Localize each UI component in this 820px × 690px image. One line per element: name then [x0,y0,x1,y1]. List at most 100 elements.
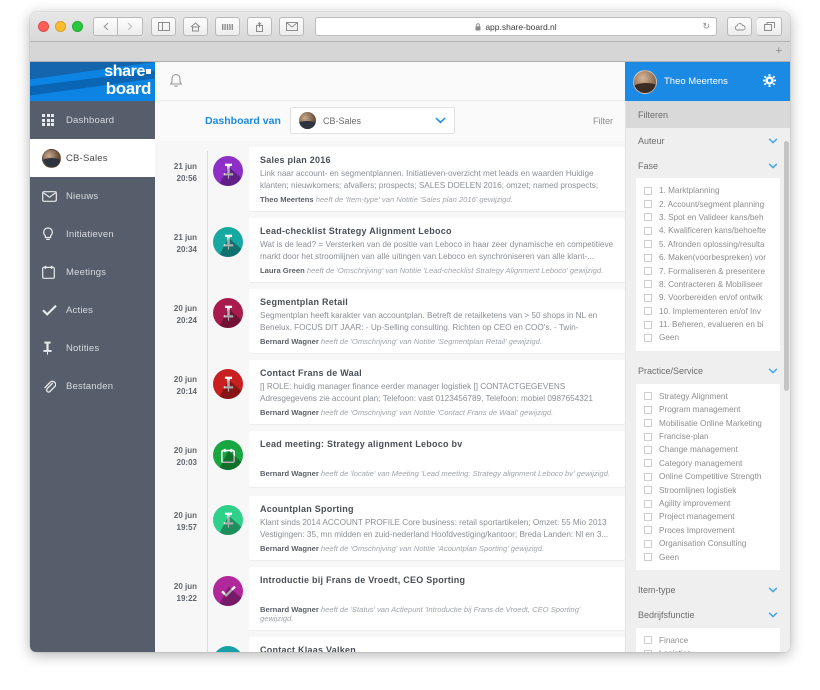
sidebar-item-notities[interactable]: Notities [30,329,155,367]
sidebar-item-initiatieven[interactable]: Initiatieven [30,215,155,253]
feed-item-card[interactable]: Segmentplan Retail Segmentplan heeft kara… [249,289,625,353]
filter-section-header[interactable]: Item-type [626,578,790,603]
filter-option[interactable]: 9. Voorbereiden en/of ontwik [636,291,780,304]
back-button[interactable] [93,17,118,36]
filter-option[interactable]: Finance [636,634,780,647]
sidebar-item-bestanden[interactable]: Bestanden [30,367,155,405]
feed-item-card[interactable]: Acountplan Sporting Klant sinds 2014 ACCO… [249,496,625,560]
filter-option[interactable]: Strategy Alignment [636,390,780,403]
feed-item-card[interactable]: Introductie bij Frans de Vroedt, CEO Spo… [249,567,625,630]
checkbox[interactable] [644,320,652,329]
checkbox[interactable] [644,186,652,195]
filter-option[interactable]: Organisation Consulting [636,537,780,550]
filter-option[interactable]: Project management [636,510,780,523]
share-icon[interactable] [247,17,272,36]
checkbox[interactable] [644,200,652,209]
checkbox[interactable] [644,419,652,428]
feed-item[interactable]: 20 jun 20:03 Lead meeting: Strategy alignm… [155,431,625,489]
checkbox[interactable] [644,526,652,535]
scrollbar[interactable] [784,141,789,648]
filter-section-header[interactable]: Fase [626,153,790,178]
checkbox[interactable] [644,213,652,222]
filter-option[interactable]: Change management [636,443,780,456]
sidebar-item-dashboard[interactable]: Dashboard [30,101,155,139]
feed-item[interactable]: 21 jun 20:56 Sales plan 2016 Link naar acco… [155,147,625,211]
gear-icon[interactable] [763,74,776,90]
address-bar[interactable]: app.share-board.nl ↻ [315,17,717,36]
filter-option[interactable]: 1. Marktplanning [636,184,780,197]
filter-option[interactable]: 8. Contracteren & Mobiliseer [636,278,780,291]
shareboard-logo[interactable]: share board [30,62,155,101]
checkbox[interactable] [644,512,652,521]
sidebar-item-acties[interactable]: Acties [30,291,155,329]
checkbox[interactable] [644,392,652,401]
checkbox[interactable] [644,333,652,342]
filter-option[interactable]: Francise-plan [636,430,780,443]
activity-feed[interactable]: 21 jun 20:56 Sales plan 2016 Link naar acco… [155,141,625,652]
chevron-down-icon[interactable] [768,136,778,146]
filter-option[interactable]: 7. Formaliseren & presentere [636,264,780,277]
reload-icon[interactable]: ↻ [702,21,710,32]
filter-option[interactable]: 11. Beheren, evalueren en bi [636,318,780,331]
sidebar-item-cb-sales[interactable]: CB-Sales [30,139,155,177]
forward-button[interactable] [118,17,143,36]
window-controls[interactable] [38,21,83,32]
bookmarks-grid-icon[interactable] [215,17,240,36]
filter-section-header[interactable]: Bedrijfsfunctie [626,603,790,628]
filter-option[interactable]: Mobilisatie Online Marketing [636,416,780,429]
checkbox[interactable] [644,636,652,645]
sidebar-item-meetings[interactable]: Meetings [30,253,155,291]
filter-option[interactable]: Geen [636,550,780,563]
filter-option[interactable]: Stroomlijnen logistiek [636,483,780,496]
checkbox[interactable] [644,432,652,441]
chevron-down-icon[interactable] [768,366,778,376]
checkbox[interactable] [644,253,652,262]
chevron-down-icon[interactable] [768,585,778,595]
checkbox[interactable] [644,293,652,302]
browser-tabstrip[interactable]: + [30,42,790,62]
bell-icon[interactable] [169,73,183,94]
nav-button-group[interactable] [93,17,143,36]
checkbox[interactable] [644,267,652,276]
checkbox[interactable] [644,486,652,495]
filter-option[interactable]: Proces Improvement [636,524,780,537]
sidebar-toggle-icon[interactable] [151,17,176,36]
toolbar-right-group[interactable] [727,17,782,36]
feed-item[interactable]: 20 jun 19:22 Introductie bij Frans de Vroe… [155,567,625,630]
filter-option[interactable]: 2. Account/segment planning [636,197,780,210]
chevron-down-icon[interactable] [768,610,778,620]
maximize-window-button[interactable] [72,21,83,32]
mail-icon[interactable] [279,17,304,36]
checkbox[interactable] [644,240,652,249]
checkbox[interactable] [644,499,652,508]
minimize-window-button[interactable] [55,21,66,32]
filter-option[interactable]: Logistics [636,647,780,652]
new-tab-button[interactable]: + [776,45,782,57]
feed-item-card[interactable]: Contact Frans de Waal [] ROLE: huidig man… [249,360,625,424]
filter-panel[interactable]: Filteren Auteur Fase 1. Marktplanning 2. Ac… [625,101,790,652]
filter-option[interactable]: 5. Afronden oplossing/resulta [636,238,780,251]
filter-option[interactable]: 10. Implementeren en/of Inv [636,305,780,318]
checkbox[interactable] [644,459,652,468]
filter-section-header[interactable]: Practice/Service [626,359,790,384]
feed-item[interactable]: 20 jun 20:24 Segmentplan Retail Segmentplan… [155,289,625,353]
checkbox[interactable] [644,226,652,235]
checkbox[interactable] [644,539,652,548]
filter-option[interactable]: Agility improvement [636,497,780,510]
cloud-icon[interactable] [727,17,752,36]
feed-item-card[interactable]: Contact Klaas Valken[] ROLE: logistiek m… [249,637,625,652]
feed-item[interactable]: 20 jun16:37 Contact Klaas Valken[] ROLE: … [155,637,625,652]
chevron-down-icon[interactable] [768,161,778,171]
filter-section-header[interactable]: Auteur [626,128,790,153]
board-select[interactable]: CB-Sales [290,107,455,134]
feed-item[interactable]: 20 jun 20:14 Contact Frans de Waal [] ROLE:… [155,360,625,424]
show-tabs-icon[interactable] [757,17,782,36]
close-window-button[interactable] [38,21,49,32]
filter-option[interactable]: 6. Maken(voorbespreken) vor [636,251,780,264]
checkbox[interactable] [644,472,652,481]
home-icon[interactable] [183,17,208,36]
filter-option[interactable]: 4. Kwalificeren kans/behoefte [636,224,780,237]
filter-option[interactable]: Program management [636,403,780,416]
user-menu[interactable]: Theo Meertens [625,62,790,101]
feed-item-card[interactable]: Lead meeting: Strategy alignment Leboco … [249,431,625,487]
